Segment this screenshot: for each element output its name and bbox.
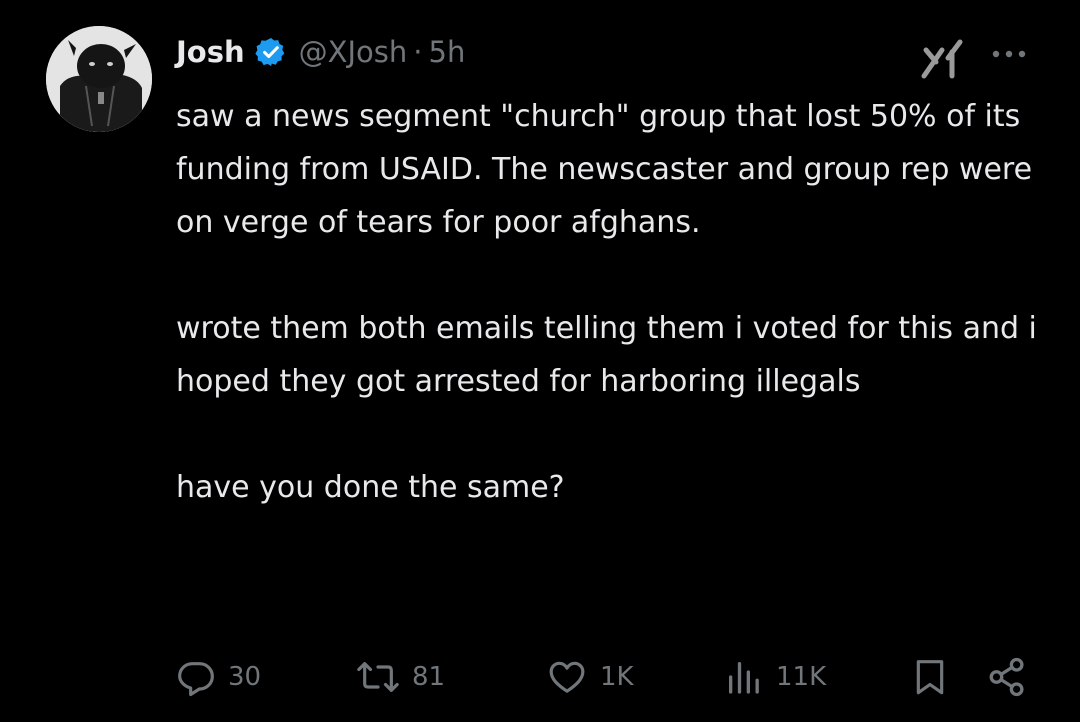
share-icon bbox=[986, 656, 1028, 698]
share-button[interactable] bbox=[986, 650, 1028, 704]
author-name[interactable]: Josh bbox=[176, 35, 245, 69]
separator-dot: · bbox=[413, 35, 423, 69]
repost-count: 81 bbox=[412, 662, 446, 692]
grok-icon[interactable] bbox=[920, 38, 966, 80]
like-count: 1K bbox=[600, 662, 634, 692]
bookmark-icon bbox=[910, 656, 950, 698]
verified-badge-icon bbox=[255, 36, 287, 68]
author-handle[interactable]: @XJosh bbox=[299, 35, 408, 69]
post-time[interactable]: 5h bbox=[429, 35, 466, 69]
repost-button[interactable]: 81 bbox=[356, 650, 445, 704]
tweet: Josh @XJosh · 5h saw a news segment "chu… bbox=[0, 0, 1080, 722]
reply-count: 30 bbox=[228, 662, 262, 692]
avatar[interactable] bbox=[46, 26, 152, 132]
like-button[interactable]: 1K bbox=[546, 650, 634, 704]
views-button[interactable]: 11K bbox=[724, 650, 826, 704]
post-text: saw a news segment "church" group that l… bbox=[176, 90, 1056, 514]
avatar-image bbox=[46, 26, 152, 132]
views-icon bbox=[724, 657, 764, 697]
views-count: 11K bbox=[776, 662, 827, 692]
post-paragraph: have you done the same? bbox=[176, 470, 565, 505]
post-paragraph: wrote them both emails telling them i vo… bbox=[176, 311, 1037, 399]
bookmark-button[interactable] bbox=[910, 650, 950, 704]
reply-icon bbox=[176, 657, 216, 697]
more-icon[interactable] bbox=[990, 44, 1028, 64]
action-bar: 30 81 1K 11K bbox=[176, 650, 1036, 704]
heart-icon bbox=[546, 657, 588, 697]
post-paragraph: saw a news segment "church" group that l… bbox=[176, 99, 1033, 240]
reply-button[interactable]: 30 bbox=[176, 650, 261, 704]
repost-icon bbox=[356, 657, 400, 697]
post-header: Josh @XJosh · 5h bbox=[176, 28, 465, 76]
